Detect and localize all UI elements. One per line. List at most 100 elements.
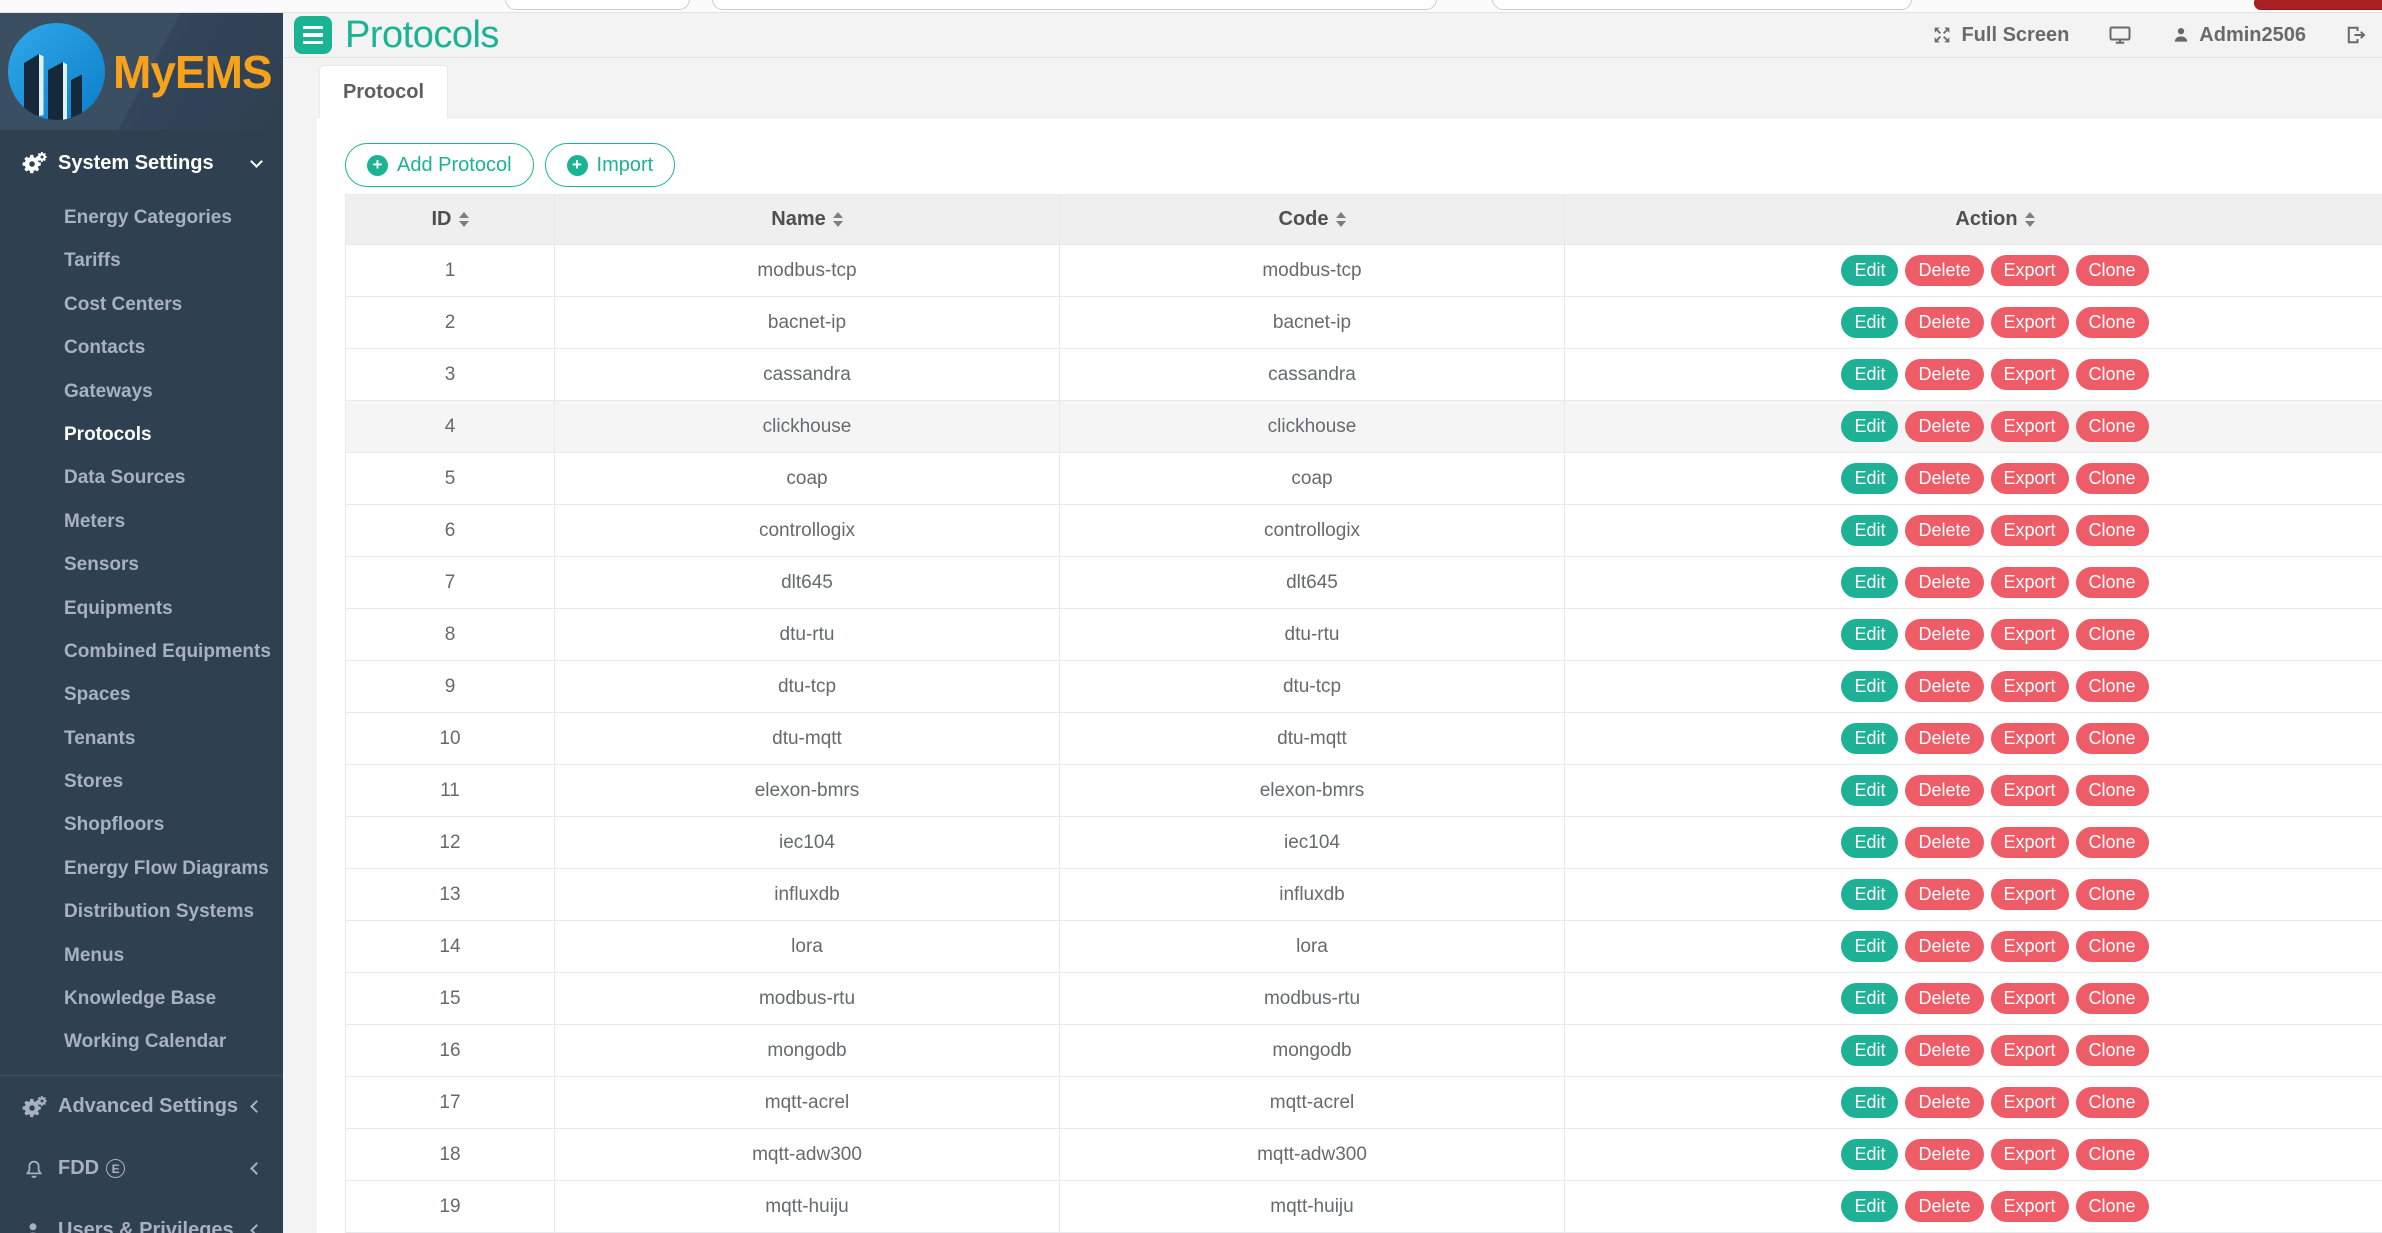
edit-button[interactable]: Edit [1841,359,1898,390]
delete-button[interactable]: Delete [1905,567,1983,598]
sidebar-item-cost-centers[interactable]: Cost Centers [0,283,283,326]
edit-button[interactable]: Edit [1841,1087,1898,1118]
sidebar-item-shopfloors[interactable]: Shopfloors [0,803,283,846]
edit-button[interactable]: Edit [1841,931,1898,962]
sidebar-section-advanced-settings[interactable]: Advanced Settings [0,1076,283,1138]
edit-button[interactable]: Edit [1841,515,1898,546]
column-header-id[interactable]: ID [346,195,555,245]
browser-red-button[interactable] [2254,0,2382,10]
clone-button[interactable]: Clone [2076,723,2149,754]
sidebar-item-protocols[interactable]: Protocols [0,413,283,456]
export-button[interactable]: Export [1991,567,2069,598]
export-button[interactable]: Export [1991,1139,2069,1170]
export-button[interactable]: Export [1991,879,2069,910]
export-button[interactable]: Export [1991,619,2069,650]
sidebar-item-sensors[interactable]: Sensors [0,543,283,586]
edit-button[interactable]: Edit [1841,723,1898,754]
delete-button[interactable]: Delete [1905,1139,1983,1170]
delete-button[interactable]: Delete [1905,411,1983,442]
sidebar-item-combined-equipments[interactable]: Combined Equipments [0,630,283,673]
edit-button[interactable]: Edit [1841,1139,1898,1170]
export-button[interactable]: Export [1991,1191,2069,1222]
delete-button[interactable]: Delete [1905,671,1983,702]
export-button[interactable]: Export [1991,827,2069,858]
clone-button[interactable]: Clone [2076,671,2149,702]
edit-button[interactable]: Edit [1841,411,1898,442]
sidebar-item-meters[interactable]: Meters [0,500,283,543]
sidebar-item-data-sources[interactable]: Data Sources [0,456,283,499]
clone-button[interactable]: Clone [2076,1139,2149,1170]
edit-button[interactable]: Edit [1841,879,1898,910]
export-button[interactable]: Export [1991,411,2069,442]
edit-button[interactable]: Edit [1841,463,1898,494]
hamburger-icon[interactable] [294,16,332,54]
clone-button[interactable]: Clone [2076,619,2149,650]
add-protocol-button[interactable]: + Add Protocol [345,143,534,187]
delete-button[interactable]: Delete [1905,307,1983,338]
sidebar-item-knowledge-base[interactable]: Knowledge Base [0,977,283,1020]
sidebar-section-users-privileges[interactable]: Users & Privileges [0,1200,283,1233]
delete-button[interactable]: Delete [1905,1035,1983,1066]
sidebar-item-energy-flow-diagrams[interactable]: Energy Flow Diagrams [0,847,283,890]
delete-button[interactable]: Delete [1905,1191,1983,1222]
delete-button[interactable]: Delete [1905,775,1983,806]
sidebar-section-fdd[interactable]: FDD E [0,1138,283,1200]
edit-button[interactable]: Edit [1841,671,1898,702]
export-button[interactable]: Export [1991,359,2069,390]
sidebar-item-menus[interactable]: Menus [0,934,283,977]
clone-button[interactable]: Clone [2076,359,2149,390]
clone-button[interactable]: Clone [2076,1035,2149,1066]
clone-button[interactable]: Clone [2076,983,2149,1014]
column-header-code[interactable]: Code [1060,195,1565,245]
sidebar-item-equipments[interactable]: Equipments [0,587,283,630]
sidebar-item-stores[interactable]: Stores [0,760,283,803]
sidebar-item-tariffs[interactable]: Tariffs [0,239,283,282]
clone-button[interactable]: Clone [2076,1191,2149,1222]
edit-button[interactable]: Edit [1841,827,1898,858]
column-header-name[interactable]: Name [555,195,1060,245]
monitor-button[interactable] [2107,23,2133,47]
sidebar-item-working-calendar[interactable]: Working Calendar [0,1020,283,1063]
sidebar-item-spaces[interactable]: Spaces [0,673,283,716]
clone-button[interactable]: Clone [2076,879,2149,910]
export-button[interactable]: Export [1991,775,2069,806]
sidebar-section-system-settings[interactable]: System Settings [0,130,283,196]
sidebar-item-distribution-systems[interactable]: Distribution Systems [0,890,283,933]
export-button[interactable]: Export [1991,1035,2069,1066]
edit-button[interactable]: Edit [1841,255,1898,286]
logout-button[interactable] [2344,23,2368,47]
clone-button[interactable]: Clone [2076,411,2149,442]
edit-button[interactable]: Edit [1841,775,1898,806]
clone-button[interactable]: Clone [2076,931,2149,962]
clone-button[interactable]: Clone [2076,827,2149,858]
edit-button[interactable]: Edit [1841,1191,1898,1222]
edit-button[interactable]: Edit [1841,567,1898,598]
clone-button[interactable]: Clone [2076,255,2149,286]
edit-button[interactable]: Edit [1841,307,1898,338]
export-button[interactable]: Export [1991,671,2069,702]
export-button[interactable]: Export [1991,255,2069,286]
export-button[interactable]: Export [1991,463,2069,494]
delete-button[interactable]: Delete [1905,463,1983,494]
clone-button[interactable]: Clone [2076,775,2149,806]
user-menu[interactable]: Admin2506 [2171,24,2306,47]
export-button[interactable]: Export [1991,983,2069,1014]
delete-button[interactable]: Delete [1905,359,1983,390]
delete-button[interactable]: Delete [1905,255,1983,286]
tab-protocol[interactable]: Protocol [319,65,448,118]
delete-button[interactable]: Delete [1905,515,1983,546]
delete-button[interactable]: Delete [1905,983,1983,1014]
export-button[interactable]: Export [1991,931,2069,962]
delete-button[interactable]: Delete [1905,619,1983,650]
sidebar-item-energy-categories[interactable]: Energy Categories [0,196,283,239]
edit-button[interactable]: Edit [1841,1035,1898,1066]
clone-button[interactable]: Clone [2076,515,2149,546]
delete-button[interactable]: Delete [1905,1087,1983,1118]
delete-button[interactable]: Delete [1905,879,1983,910]
clone-button[interactable]: Clone [2076,463,2149,494]
delete-button[interactable]: Delete [1905,723,1983,754]
delete-button[interactable]: Delete [1905,931,1983,962]
edit-button[interactable]: Edit [1841,983,1898,1014]
import-button[interactable]: + Import [545,143,676,187]
sidebar-item-contacts[interactable]: Contacts [0,326,283,369]
